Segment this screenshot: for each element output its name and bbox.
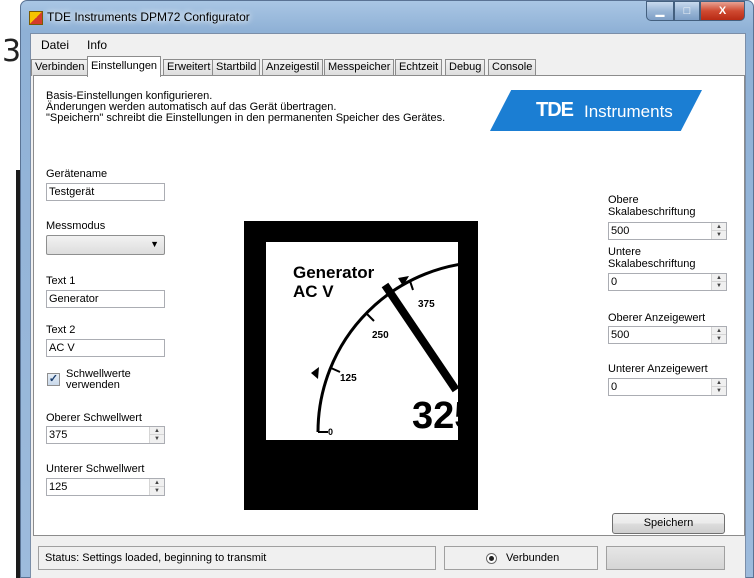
description-line-3: "Speichern" schreibt die Einstellungen i… <box>46 112 446 124</box>
stepper-buttons: ▲ ▼ <box>711 274 726 290</box>
unterer-schwellwert-value: 125 <box>49 481 68 493</box>
gauge-tick-250 <box>366 313 375 322</box>
obere-skala-stepper[interactable]: 500 ▲ ▼ <box>608 222 727 240</box>
untere-skala-label-line-1: Untere <box>608 246 642 258</box>
messmodus-dropdown[interactable]: ▼ <box>46 235 165 255</box>
stepper-buttons: ▲ ▼ <box>711 327 726 343</box>
status-bar: Status: Settings loaded, beginning to tr… <box>31 542 745 574</box>
tab-startbild[interactable]: Startbild <box>212 59 261 76</box>
display-preview-frame: 0 125 250 375 500 Generator AC V 325 <box>244 221 478 510</box>
tab-debug[interactable]: Debug <box>445 59 486 76</box>
tab-erweitert[interactable]: Erweitert <box>163 59 215 76</box>
stepper-up-icon[interactable]: ▲ <box>712 223 726 231</box>
oberer-anzeigewert-stepper[interactable]: 500 ▲ ▼ <box>608 326 727 344</box>
maximize-button[interactable]: □ <box>674 1 700 21</box>
status-text: Status: Settings loaded, beginning to tr… <box>38 546 436 570</box>
stepper-down-icon[interactable]: ▼ <box>150 435 164 443</box>
speichern-button[interactable]: Speichern <box>612 513 725 534</box>
gauge-title-2: AC V <box>293 282 334 301</box>
obere-skala-label-line-2: Skalabeschriftung <box>608 206 696 218</box>
stepper-buttons: ▲ ▼ <box>149 427 164 443</box>
stepper-up-icon[interactable]: ▲ <box>712 274 726 282</box>
stepper-down-icon[interactable]: ▼ <box>712 335 726 343</box>
tab-echtzeit[interactable]: Echtzeit <box>395 59 443 76</box>
text2-label: Text 2 <box>46 324 76 336</box>
display-preview-screen: 0 125 250 375 500 Generator AC V 325 <box>266 242 458 440</box>
gauge-marker-lower <box>311 367 319 379</box>
app-window: TDE Instruments DPM72 Configurator ▁ □ X… <box>20 0 754 578</box>
text2-field[interactable]: AC V <box>46 339 165 357</box>
tab-einstellungen[interactable]: Einstellungen <box>87 56 162 77</box>
stepper-up-icon[interactable]: ▲ <box>150 479 164 487</box>
tab-console[interactable]: Console <box>488 59 537 76</box>
app-icon <box>29 11 43 25</box>
tab-anzeigestil[interactable]: Anzeigestil <box>262 59 324 76</box>
unterer-schwellwert-label: Unterer Schwellwert <box>46 463 145 475</box>
stepper-down-icon[interactable]: ▼ <box>712 231 726 239</box>
text1-label: Text 1 <box>46 275 76 287</box>
title-bar[interactable]: TDE Instruments DPM72 Configurator ▁ □ X <box>21 1 753 33</box>
chevron-down-icon: ▼ <box>150 239 159 249</box>
client-area: Datei Info Verbinden Einstellungen Erwei… <box>30 33 746 578</box>
oberer-anzeigewert-value: 500 <box>611 329 630 341</box>
unterer-schwellwert-stepper[interactable]: 125 ▲ ▼ <box>46 478 165 496</box>
menu-datei[interactable]: Datei <box>41 38 69 52</box>
unterer-anzeigewert-label: Unterer Anzeigewert <box>608 363 708 375</box>
gauge-tick-125 <box>330 367 341 373</box>
unterer-anzeigewert-stepper[interactable]: 0 ▲ ▼ <box>608 378 727 396</box>
tab-messpeicher[interactable]: Messpeicher <box>324 59 395 76</box>
gauge-title-1: Generator <box>293 263 375 282</box>
gauge-label-0: 0 <box>328 427 333 437</box>
connection-label: Verbunden <box>506 552 560 564</box>
oberer-schwellwert-value: 375 <box>49 429 68 441</box>
untere-skala-stepper[interactable]: 0 ▲ ▼ <box>608 273 727 291</box>
tab-verbinden[interactable]: Verbinden <box>31 59 89 76</box>
tab-strip: Verbinden Einstellungen Erweitert Startb… <box>31 56 745 77</box>
oberer-schwellwert-stepper[interactable]: 375 ▲ ▼ <box>46 426 165 444</box>
minimize-button[interactable]: ▁ <box>646 1 674 21</box>
gauge-drawing: 0 125 250 375 500 Generator AC V 325 <box>293 263 458 437</box>
stepper-up-icon[interactable]: ▲ <box>150 427 164 435</box>
gauge-value: 325 <box>412 395 458 437</box>
menu-bar: Datei Info <box>31 34 745 56</box>
logo-tde-text: TDE <box>536 99 574 121</box>
text1-field[interactable]: Generator <box>46 290 165 308</box>
geraetename-label: Gerätename <box>46 168 108 180</box>
tde-instruments-logo: TDE Instruments <box>490 90 702 131</box>
stepper-down-icon[interactable]: ▼ <box>150 487 164 495</box>
schwellwerte-checkbox[interactable]: ✓ <box>47 373 60 386</box>
progress-bar <box>606 546 725 570</box>
stepper-buttons: ▲ ▼ <box>149 479 164 495</box>
unterer-anzeigewert-value: 0 <box>611 381 618 393</box>
obere-skala-label-line-1: Obere <box>608 194 639 206</box>
stepper-down-icon[interactable]: ▼ <box>712 387 726 395</box>
obere-skala-value: 500 <box>611 225 630 237</box>
schwellwerte-label-line-2: verwenden <box>66 379 120 391</box>
oberer-anzeigewert-label: Oberer Anzeigewert <box>608 312 706 324</box>
window-title: TDE Instruments DPM72 Configurator <box>47 10 250 24</box>
desktop-background-text: 3 <box>2 34 22 69</box>
tab-page-einstellungen: Basis-Einstellungen konfigurieren. Änder… <box>33 75 745 536</box>
close-button[interactable]: X <box>700 1 745 21</box>
gauge-label-375: 375 <box>418 299 435 310</box>
gauge-tick-375 <box>409 280 414 291</box>
connection-radio-icon <box>486 553 497 564</box>
gauge-label-250: 250 <box>372 330 389 341</box>
connection-indicator: Verbunden <box>444 546 598 570</box>
stepper-buttons: ▲ ▼ <box>711 379 726 395</box>
oberer-schwellwert-label: Oberer Schwellwert <box>46 412 142 424</box>
untere-skala-value: 0 <box>611 276 618 288</box>
logo-instruments-text: Instruments <box>584 102 673 121</box>
stepper-buttons: ▲ ▼ <box>711 223 726 239</box>
messmodus-label: Messmodus <box>46 220 106 232</box>
menu-info[interactable]: Info <box>87 38 107 52</box>
geraetename-field[interactable]: Testgerät <box>46 183 165 201</box>
stepper-up-icon[interactable]: ▲ <box>712 379 726 387</box>
stepper-down-icon[interactable]: ▼ <box>712 282 726 290</box>
stepper-up-icon[interactable]: ▲ <box>712 327 726 335</box>
untere-skala-label-line-2: Skalabeschriftung <box>608 258 696 270</box>
gauge-label-125: 125 <box>340 373 357 384</box>
